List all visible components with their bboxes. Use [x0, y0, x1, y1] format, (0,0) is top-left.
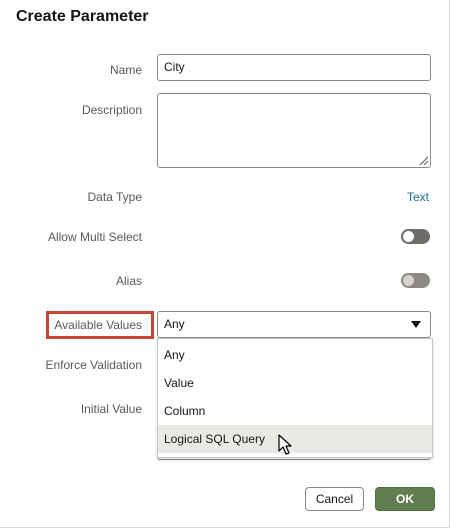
initial-value-label: Initial Value [80, 402, 142, 416]
cancel-button[interactable]: Cancel [305, 487, 364, 511]
description-label: Description [81, 103, 142, 117]
name-label: Name [109, 63, 142, 77]
alias-label: Alias [115, 274, 142, 288]
data-type-label: Data Type [87, 190, 142, 204]
caret-down-icon [411, 321, 421, 328]
enforce-validation-label: Enforce Validation [45, 358, 142, 372]
option-value[interactable]: Value [158, 369, 432, 397]
resize-handle-icon[interactable] [418, 155, 428, 165]
description-textarea[interactable] [157, 93, 431, 168]
dialog-title: Create Parameter [16, 8, 149, 25]
create-parameter-dialog: Create Parameter Name City Description D… [0, 0, 450, 528]
allow-multi-select-toggle[interactable] [401, 229, 430, 244]
available-values-selected: Any [164, 317, 185, 331]
available-values-dropdown: Any Value Column Logical SQL Query [157, 338, 433, 458]
toggle-knob [403, 275, 414, 286]
data-type-value[interactable]: Text [407, 190, 429, 204]
available-values-select[interactable]: Any [157, 311, 431, 338]
name-input[interactable]: City [157, 54, 431, 81]
toggle-knob [403, 231, 414, 242]
alias-toggle[interactable] [401, 273, 430, 288]
mouse-pointer-icon [278, 434, 292, 455]
available-values-label: Available Values [54, 318, 142, 332]
ok-button[interactable]: OK [375, 487, 435, 511]
option-logical-sql-query[interactable]: Logical SQL Query [158, 425, 432, 453]
allow-multi-select-label: Allow Multi Select [47, 230, 142, 244]
option-column[interactable]: Column [158, 397, 432, 425]
option-any[interactable]: Any [158, 341, 432, 369]
